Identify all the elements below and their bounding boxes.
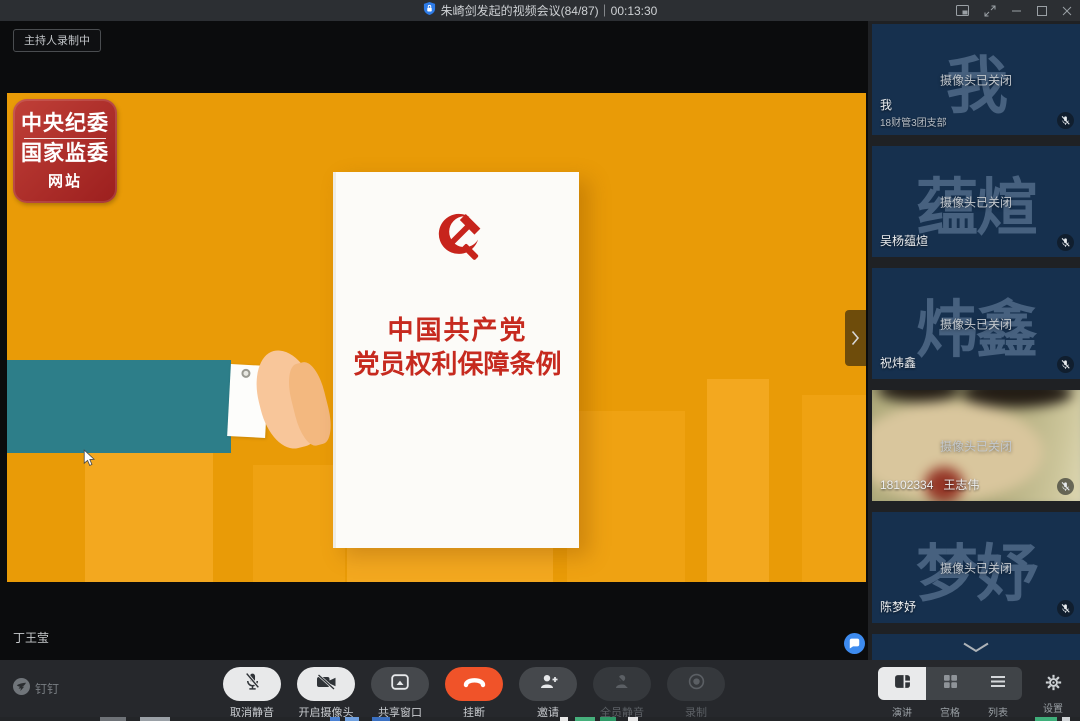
book-title-line2: 党员权利保障条例 xyxy=(336,344,579,381)
mic-off-icon xyxy=(244,672,261,696)
mic-muted-icon xyxy=(1057,600,1074,617)
dingtalk-logo-icon xyxy=(13,678,30,700)
card-pin xyxy=(241,369,250,378)
camera-off-status: 摄像头已关闭 xyxy=(940,71,1012,88)
camera-off-status: 摄像头已关闭 xyxy=(940,315,1012,332)
collapse-sidebar-handle[interactable] xyxy=(845,310,866,366)
participant-tile-self[interactable]: 我 摄像头已关闭 我 18财管3团支部 xyxy=(872,24,1080,135)
book-title-line1: 中国共产党 xyxy=(336,310,579,347)
meeting-toolbar: 钉钉 取消静音 开启摄像头 共享窗口 xyxy=(0,660,1080,717)
party-emblem-icon xyxy=(427,208,489,275)
start-camera-button[interactable]: 开启摄像头 xyxy=(294,667,358,720)
camera-off-icon xyxy=(316,674,337,695)
secure-shield-icon xyxy=(423,1,436,21)
teal-board-graphic xyxy=(7,360,231,453)
dingtalk-brand: 钉钉 xyxy=(13,678,59,700)
mute-all-button[interactable]: 全员静音 xyxy=(590,667,654,720)
building-shape xyxy=(253,465,345,582)
meeting-title: 朱崎剑发起的视频会议(84/87)｜00:13:30 xyxy=(441,2,658,19)
brand-label: 钉钉 xyxy=(35,680,59,697)
participant-subtitle: 18财管3团支部 xyxy=(880,114,947,129)
participant-tile[interactable]: 蕴煊 摄像头已关闭 吴杨蕴煊 xyxy=(872,146,1080,257)
speaker-caption: 丁王莹 xyxy=(13,629,49,646)
chat-bubble-icon[interactable] xyxy=(844,633,865,654)
camera-off-status: 摄像头已关闭 xyxy=(940,437,1012,454)
settings-label: 设置 xyxy=(1043,700,1063,715)
view-grid-button[interactable]: 宫格 xyxy=(926,667,974,719)
participant-tile[interactable]: 梦妤 摄像头已关闭 陈梦妤 xyxy=(872,512,1080,623)
mouse-cursor xyxy=(83,449,96,473)
pip-icon[interactable] xyxy=(956,5,969,16)
building-shape xyxy=(567,411,685,582)
participants-sidebar: 我 摄像头已关闭 我 18财管3团支部 蕴煊 摄像头已关闭 吴杨蕴煊 炜鑫 摄像… xyxy=(868,21,1080,660)
list-view-icon xyxy=(990,675,1006,693)
building-shape xyxy=(802,395,866,582)
participant-name: 18102334 王志伟 xyxy=(880,476,979,493)
chevron-down-icon xyxy=(962,640,990,658)
settings-button[interactable]: 设置 xyxy=(1038,667,1068,719)
mic-muted-icon xyxy=(1057,478,1074,495)
share-window-button[interactable]: 共享窗口 xyxy=(368,667,432,720)
hangup-icon xyxy=(463,675,486,693)
view-speaker-button[interactable]: 演讲 xyxy=(878,667,926,719)
share-window-icon xyxy=(391,674,409,695)
invite-icon xyxy=(539,673,558,695)
title-bar: 朱崎剑发起的视频会议(84/87)｜00:13:30 xyxy=(0,0,1080,21)
recording-badge: 主持人录制中 xyxy=(13,29,101,52)
hangup-button[interactable]: 挂断 xyxy=(442,667,506,720)
ccdi-site-logo: 中央纪委 国家监委 网站 xyxy=(13,99,117,203)
record-icon xyxy=(688,673,705,695)
view-switcher: 演讲 宫格 列表 xyxy=(878,667,1022,719)
record-button[interactable]: 录制 xyxy=(664,667,728,720)
minimize-icon[interactable] xyxy=(1011,5,1022,16)
grid-view-icon xyxy=(943,674,958,694)
participant-name: 吴杨蕴煊 xyxy=(880,232,928,249)
view-list-button[interactable]: 列表 xyxy=(974,667,1022,719)
building-shape xyxy=(707,379,769,582)
mic-muted-icon xyxy=(1057,356,1074,373)
logo-line3: 网站 xyxy=(48,170,82,191)
participant-name: 陈梦妤 xyxy=(880,598,916,615)
gear-icon xyxy=(1045,674,1062,696)
shared-screen-video: 中央纪委 国家监委 网站 xyxy=(7,93,866,582)
mic-muted-icon xyxy=(1057,234,1074,251)
camera-off-status: 摄像头已关闭 xyxy=(940,559,1012,576)
participant-name: 我 xyxy=(880,96,892,113)
participant-tile[interactable]: 摄像头已关闭 18102334 王志伟 xyxy=(872,390,1080,501)
hand-graphic xyxy=(248,343,328,454)
participant-tile[interactable]: 炜鑫 摄像头已关闭 祝炜鑫 xyxy=(872,268,1080,379)
participant-name: 祝炜鑫 xyxy=(880,354,916,371)
shared-screen-stage: 主持人录制中 中央纪委 国家监委 网站 xyxy=(0,21,868,660)
invite-button[interactable]: 邀请 xyxy=(516,667,580,720)
unmute-button[interactable]: 取消静音 xyxy=(220,667,284,720)
mic-muted-icon xyxy=(1057,112,1074,129)
show-more-participants-button[interactable] xyxy=(872,634,1080,660)
maximize-icon[interactable] xyxy=(1037,6,1047,16)
close-icon[interactable] xyxy=(1062,6,1072,16)
mute-all-icon xyxy=(613,673,632,695)
fullscreen-icon[interactable] xyxy=(984,5,996,17)
speaker-view-icon xyxy=(894,674,911,694)
book-cover: 中国共产党 党员权利保障条例 xyxy=(333,172,579,548)
logo-divider xyxy=(24,138,106,139)
meeting-window: 朱崎剑发起的视频会议(84/87)｜00:13:30 主持人录制中 xyxy=(0,0,1080,721)
logo-line2: 国家监委 xyxy=(21,141,109,167)
taskbar-sliver xyxy=(0,717,1080,721)
logo-line1: 中央纪委 xyxy=(21,111,109,137)
camera-off-status: 摄像头已关闭 xyxy=(940,193,1012,210)
